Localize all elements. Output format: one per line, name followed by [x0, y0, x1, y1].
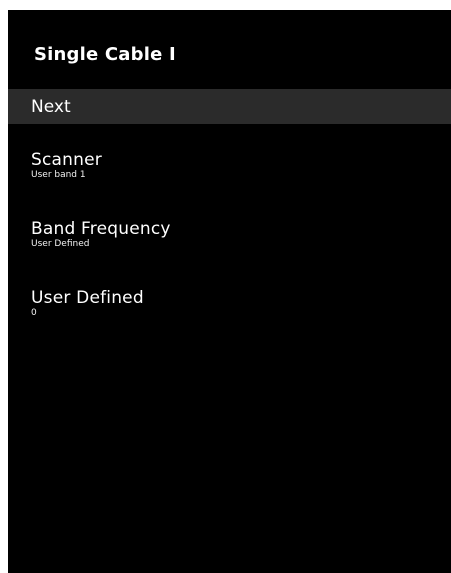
- user-defined-value: 0: [31, 308, 37, 318]
- next-label: Next: [31, 97, 71, 117]
- scanner-menu-item[interactable]: Scanner User band 1: [31, 150, 102, 181]
- scanner-label: Scanner: [31, 150, 102, 170]
- single-cable-menu-panel: Single Cable I Next Scanner User band 1 …: [8, 10, 451, 573]
- band-frequency-menu-item[interactable]: Band Frequency User Defined: [31, 219, 171, 250]
- user-defined-label: User Defined: [31, 288, 144, 308]
- band-frequency-value: User Defined: [31, 239, 90, 249]
- next-menu-item[interactable]: Next: [8, 89, 451, 124]
- band-frequency-label: Band Frequency: [31, 219, 171, 239]
- user-defined-menu-item[interactable]: User Defined 0: [31, 288, 144, 319]
- scanner-value: User band 1: [31, 170, 86, 180]
- menu-title: Single Cable I: [34, 44, 176, 65]
